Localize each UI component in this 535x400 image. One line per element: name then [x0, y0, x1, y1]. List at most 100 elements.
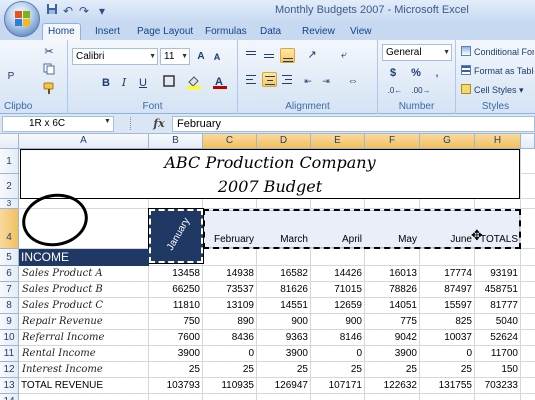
column-header-f[interactable]: F — [365, 134, 420, 149]
customize-icon[interactable]: ▾ — [94, 3, 110, 19]
formula-input[interactable]: February — [172, 116, 535, 132]
table-cell[interactable]: 458751 — [475, 284, 521, 295]
table-cell[interactable]: 8146 — [311, 332, 365, 343]
row-label[interactable]: Sales Product B — [19, 284, 149, 295]
column-header-next[interactable] — [521, 134, 535, 149]
table-cell[interactable]: 11810 — [149, 300, 203, 311]
row-header-6[interactable]: 6 — [0, 266, 19, 282]
table-cell[interactable]: 16013 — [365, 268, 420, 279]
select-all-button[interactable] — [0, 134, 19, 149]
table-cell[interactable]: 12659 — [311, 300, 365, 311]
paste-button[interactable]: P — [2, 68, 20, 86]
row-header-14[interactable]: 14 — [0, 394, 19, 400]
table-cell[interactable]: 14551 — [257, 300, 311, 311]
table-cell[interactable]: 10037 — [420, 332, 475, 343]
table-cell[interactable]: 17774 — [420, 268, 475, 279]
column-header-e[interactable]: E — [311, 134, 365, 149]
sheet-title-block[interactable]: ABC Production Company 2007 Budget — [20, 149, 520, 199]
table-cell[interactable]: 73537 — [203, 284, 257, 295]
table-cell[interactable]: 0 — [420, 348, 475, 359]
tab-review[interactable]: Review — [302, 24, 335, 40]
undo-icon[interactable]: ↶ — [60, 3, 76, 19]
row-label[interactable]: Sales Product C — [19, 300, 149, 311]
table-cell[interactable]: 8436 — [203, 332, 257, 343]
total-cell[interactable]: 110935 — [203, 380, 257, 391]
table-cell[interactable]: 13109 — [203, 300, 257, 311]
office-button[interactable] — [4, 1, 40, 37]
table-cell[interactable]: 25 — [257, 364, 311, 375]
name-box[interactable]: 1R x 6C — [2, 116, 114, 132]
table-cell[interactable]: 9042 — [365, 332, 420, 343]
row-header-8[interactable]: 8 — [0, 298, 19, 314]
row-header-10[interactable]: 10 — [0, 330, 19, 346]
table-cell[interactable]: 25 — [420, 364, 475, 375]
table-cell[interactable]: 890 — [203, 316, 257, 327]
table-cell[interactable]: 13458 — [149, 268, 203, 279]
tab-page-layout[interactable]: Page Layout — [137, 24, 193, 40]
table-cell[interactable]: 15597 — [420, 300, 475, 311]
font-size-select[interactable]: 11 ▼ — [160, 48, 190, 65]
table-cell[interactable]: 78826 — [365, 284, 420, 295]
increase-decimal-icon[interactable]: .0← — [384, 82, 406, 100]
bold-button[interactable]: B — [98, 74, 114, 92]
underline-button[interactable]: U — [134, 74, 152, 92]
comma-style-icon[interactable]: , — [428, 64, 446, 82]
row-label[interactable]: Repair Revenue — [19, 316, 149, 327]
tab-data[interactable]: Data — [260, 24, 281, 40]
save-icon[interactable] — [44, 3, 60, 19]
table-cell[interactable]: 14426 — [311, 268, 365, 279]
january-cell[interactable]: January — [148, 208, 204, 264]
decrease-decimal-icon[interactable]: .00→ — [410, 82, 432, 100]
number-format-select[interactable]: General ▼ — [382, 44, 452, 61]
table-cell[interactable]: 9363 — [257, 332, 311, 343]
row-header-1[interactable]: 1 — [0, 149, 19, 174]
fill-color-icon[interactable] — [182, 74, 206, 92]
row-label[interactable]: Sales Product A — [19, 268, 149, 279]
grow-font-icon[interactable]: A — [194, 48, 208, 66]
orientation-icon[interactable]: ↗ — [300, 46, 324, 64]
tab-view[interactable]: View — [350, 24, 372, 40]
row-header-3[interactable]: 3 — [0, 199, 19, 209]
total-cell[interactable]: 126947 — [257, 380, 311, 391]
cell-styles-button[interactable]: Cell Styles ▾ — [460, 81, 535, 99]
middle-align-icon[interactable] — [262, 48, 277, 63]
align-center-icon[interactable] — [262, 72, 277, 87]
table-cell[interactable]: 0 — [311, 348, 365, 359]
table-cell[interactable]: 81626 — [257, 284, 311, 295]
redo-icon[interactable]: ↷ — [76, 3, 92, 19]
decrease-indent-icon[interactable]: ⇤ — [300, 72, 316, 90]
increase-indent-icon[interactable]: ⇥ — [318, 72, 334, 90]
row-header-4[interactable]: 4 — [0, 209, 19, 249]
table-cell[interactable]: 87497 — [420, 284, 475, 295]
table-cell[interactable]: 7600 — [149, 332, 203, 343]
bottom-align-icon[interactable] — [280, 48, 295, 63]
row-label[interactable]: Interest Income — [19, 364, 149, 375]
wrap-text-icon[interactable]: ⤶ — [332, 46, 356, 64]
table-cell[interactable]: 16582 — [257, 268, 311, 279]
align-right-icon[interactable] — [280, 72, 295, 87]
format-painter-icon[interactable] — [38, 80, 60, 98]
table-cell[interactable]: 750 — [149, 316, 203, 327]
total-cell[interactable]: 107171 — [311, 380, 365, 391]
column-header-a[interactable]: A — [19, 134, 149, 149]
row-header-11[interactable]: 11 — [0, 346, 19, 362]
column-header-g[interactable]: G — [420, 134, 475, 149]
table-cell[interactable]: 25 — [311, 364, 365, 375]
table-cell[interactable]: 66250 — [149, 284, 203, 295]
table-cell[interactable]: 25 — [365, 364, 420, 375]
table-cell[interactable]: 775 — [365, 316, 420, 327]
total-cell[interactable]: 703233 — [475, 380, 521, 391]
table-cell[interactable]: 71015 — [311, 284, 365, 295]
table-cell[interactable]: 81777 — [475, 300, 521, 311]
row-label[interactable]: Rental Income — [19, 348, 149, 359]
copy-icon[interactable] — [40, 62, 58, 80]
column-header-b[interactable]: B — [149, 134, 203, 149]
table-cell[interactable]: 11700 — [475, 348, 521, 359]
table-cell[interactable]: 14051 — [365, 300, 420, 311]
row-header-12[interactable]: 12 — [0, 362, 19, 378]
font-name-select[interactable]: Calibri ▼ — [72, 48, 158, 65]
insert-function-icon[interactable]: fx — [150, 117, 168, 133]
row-label[interactable]: Referral Income — [19, 332, 149, 343]
table-cell[interactable]: 25 — [203, 364, 257, 375]
tab-home[interactable]: Home — [42, 23, 81, 41]
